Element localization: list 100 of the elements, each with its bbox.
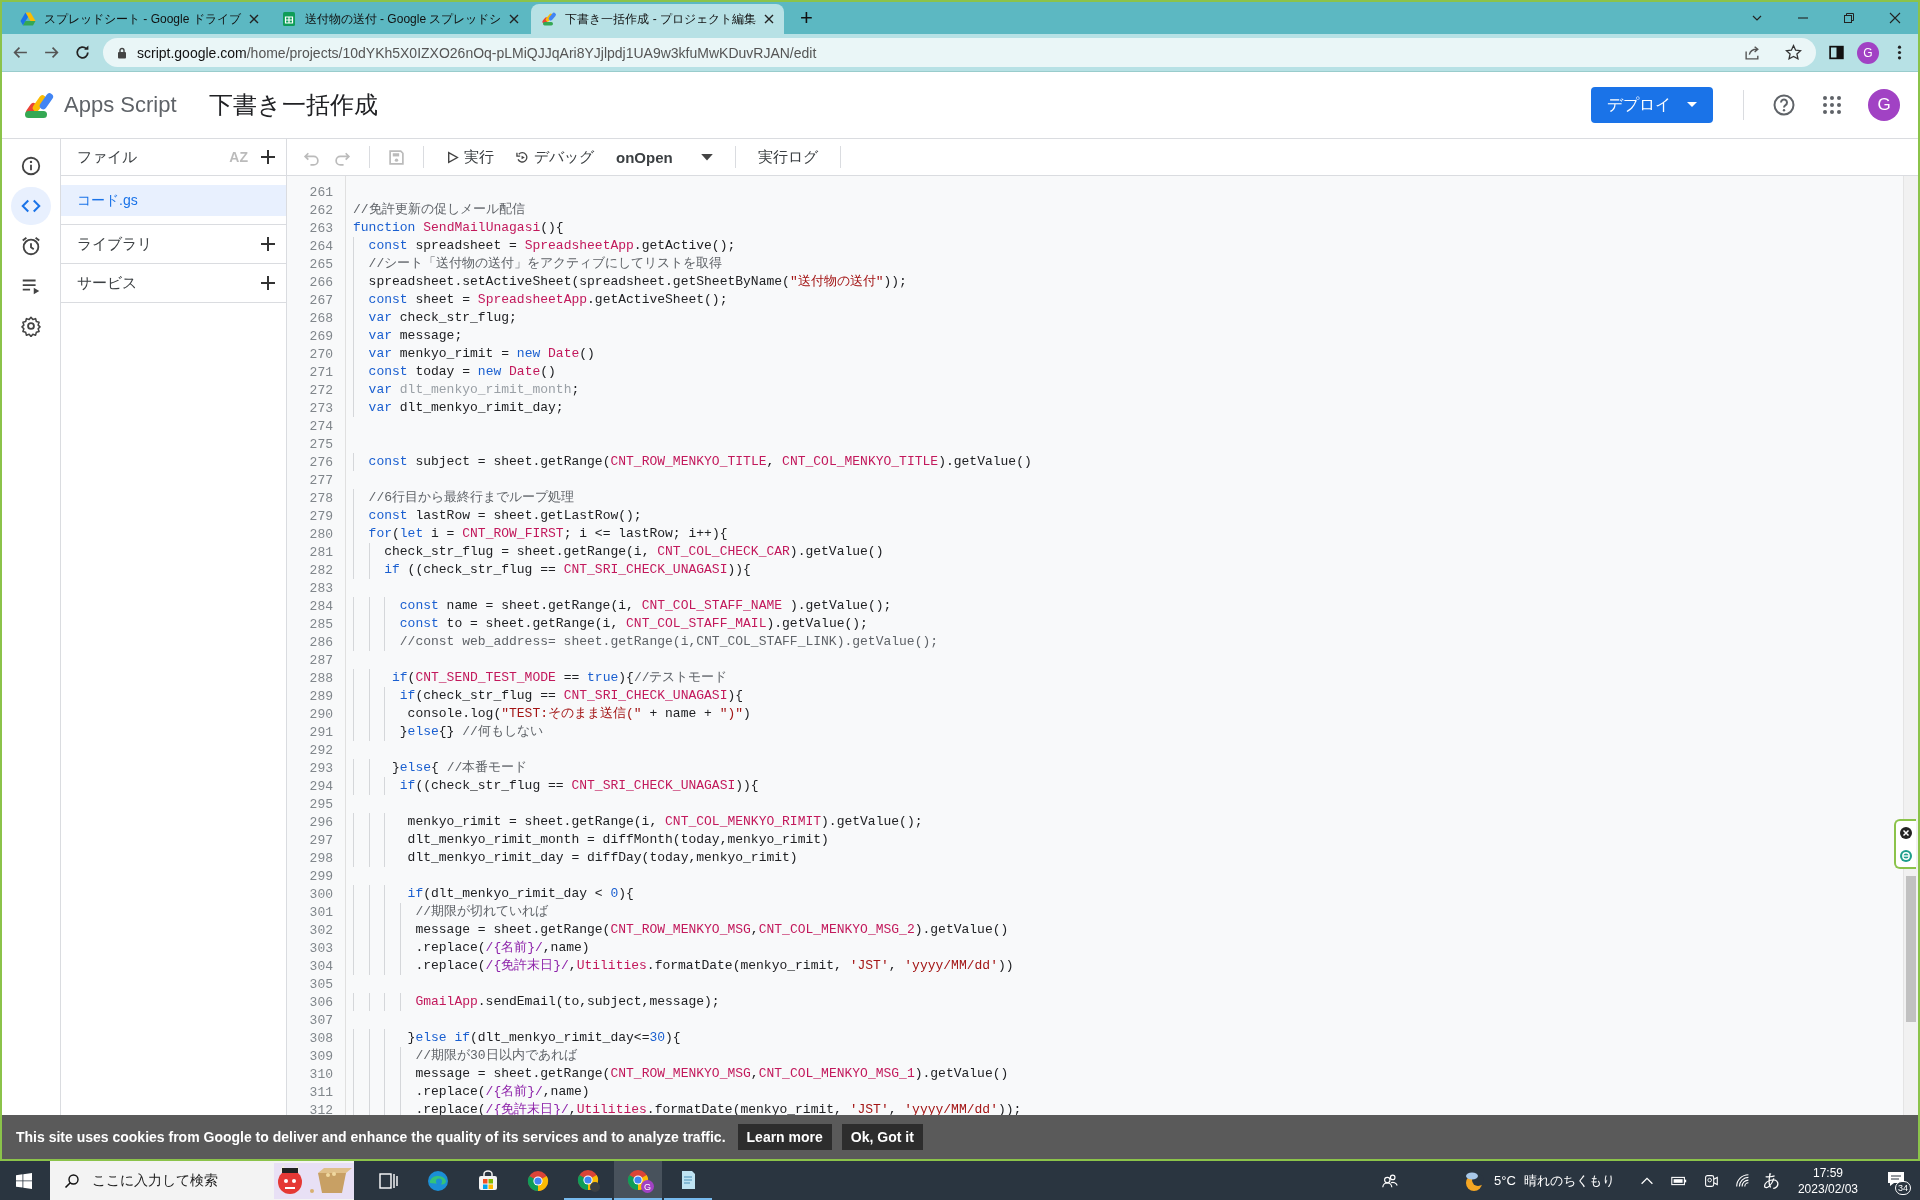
caret-icon xyxy=(700,153,713,161)
browser-tab[interactable]: 送付物の送付 - Google スプレッドシ xyxy=(270,4,530,34)
line-number: 296 xyxy=(308,814,333,830)
line-number: 295 xyxy=(308,796,333,812)
function-select[interactable]: onOpen xyxy=(610,144,719,170)
line-number: 265 xyxy=(308,256,333,272)
line-number: 272 xyxy=(308,382,333,398)
code-line: if(check_str_flug == CNT_SRI_CHECK_UNAGASI){ xyxy=(399,687,744,705)
profile-badge: G xyxy=(641,1180,654,1193)
code-line: .replace(/{免許末日}/,Utilities.formatDate(menkyo_rimit, 'JST', 'yyyy/MM/dd')); xyxy=(415,1101,1022,1115)
code-line: message = sheet.getRange(CNT_ROW_MENKYO_MSG,CNT_COL_MENKYO_MSG_2).getValue() xyxy=(415,921,1009,939)
section-heading[interactable]: サービス xyxy=(77,273,137,293)
code-line: message = sheet.getRange(CNT_ROW_MENKYO_MSG,CNT_COL_MENKYO_MSG_1).getValue() xyxy=(415,1065,1009,1083)
cookie-button[interactable]: Learn more xyxy=(737,1124,832,1150)
store-icon xyxy=(476,1168,500,1193)
code-line: }else{} //何もしない xyxy=(399,723,543,741)
code-line: const today = new Date() xyxy=(368,363,556,381)
scrollbar[interactable] xyxy=(1906,876,1916,1022)
clock-date[interactable]: 2023/02/03 xyxy=(1797,1180,1858,1197)
line-number: 292 xyxy=(308,742,333,758)
line-number: 312 xyxy=(308,1102,333,1115)
new-tab-button[interactable]: + xyxy=(796,5,817,31)
settings-icon xyxy=(20,315,42,337)
code-line: .replace(/{免許末日}/,Utilities.formatDate(menkyo_rimit, 'JST', 'yyyy/MM/dd')) xyxy=(415,957,1014,975)
close-icon[interactable] xyxy=(509,14,520,24)
chrome-g-taskbar-button[interactable]: G xyxy=(614,1161,662,1200)
notification-count: 34 xyxy=(1895,1181,1911,1195)
line-number: 267 xyxy=(308,292,333,308)
add-icon[interactable] xyxy=(260,149,276,165)
code-line: if((check_str_flug == CNT_SRI_CHECK_UNAGASI)){ xyxy=(399,777,759,795)
help-icon[interactable] xyxy=(1772,93,1796,117)
code-line: if ((check_str_flug == CNT_SRI_CHECK_UNAGASI)){ xyxy=(384,561,751,579)
cookie-button[interactable]: Ok, Got it xyxy=(841,1124,923,1150)
code-line: var check_str_flug; xyxy=(368,309,517,327)
lock-icon xyxy=(117,46,127,59)
chrome-icon xyxy=(576,1167,600,1192)
line-number: 308 xyxy=(308,1030,333,1046)
line-number: 311 xyxy=(308,1084,333,1100)
code-line: const name = sheet.getRange(i, CNT_COL_STAFF_NAME ).getValue(); xyxy=(399,597,892,615)
section-heading[interactable]: ライブラリ xyxy=(77,234,152,254)
line-number: 280 xyxy=(308,526,333,542)
search-field[interactable]: ここに入力して検索 xyxy=(50,1161,354,1200)
line-number: 303 xyxy=(308,940,333,956)
windows-start-icon[interactable] xyxy=(16,1172,32,1189)
browser-tab[interactable]: 下書き一括作成 - プロジェクト編集 xyxy=(531,4,785,34)
line-number: 302 xyxy=(308,922,333,938)
line-number: 279 xyxy=(308,508,333,524)
url-text: script.google.com/home/projects/10dYKh5X0IZXO26nOq-pLMiQJJqAri8YJjlpdj1UA9w3kfuMwKDuvRJAN/edit xyxy=(137,44,817,61)
code-line: var message; xyxy=(368,327,463,345)
close-icon[interactable] xyxy=(1889,12,1901,24)
execution-log-button[interactable]: 実行ログ xyxy=(751,143,824,171)
line-number: 275 xyxy=(308,436,333,452)
code-line: if(CNT_SEND_TEST_MODE == true){//テストモード xyxy=(391,669,728,687)
code-line: dlt_menkyo_rimit_day = diffDay(today,menkyo_rimit) xyxy=(406,849,798,867)
deploy-button[interactable]: デプロイ xyxy=(1591,87,1713,123)
code-line: //シート「送付物の送付」をアクティブにしてリストを取得 xyxy=(368,255,723,273)
star-icon[interactable] xyxy=(1785,44,1802,61)
code-line: .replace(/{名前}/,name) xyxy=(415,939,590,957)
code-line: }else{ //本番モード xyxy=(391,759,528,777)
add-icon[interactable] xyxy=(260,236,276,252)
close-icon[interactable] xyxy=(1899,825,1913,840)
line-number: 268 xyxy=(308,310,333,326)
apps-script-icon xyxy=(541,11,558,27)
search-icon xyxy=(64,1172,80,1189)
play-icon xyxy=(446,150,459,164)
profile-avatar[interactable]: G xyxy=(1857,41,1879,64)
input-method-indicator[interactable]: あ xyxy=(1762,1169,1780,1192)
apps-grid-icon[interactable] xyxy=(1820,93,1844,117)
restore-icon[interactable] xyxy=(1843,12,1855,24)
debug-icon xyxy=(516,150,529,164)
add-icon[interactable] xyxy=(260,275,276,291)
debug-button[interactable]: デバッグ xyxy=(510,143,600,171)
close-icon[interactable] xyxy=(764,14,775,24)
project-title[interactable]: 下書き一括作成 xyxy=(208,89,378,121)
browser-icon xyxy=(426,1168,450,1193)
extension-icon[interactable] xyxy=(1899,848,1913,863)
line-number: 263 xyxy=(308,220,333,236)
line-number: 297 xyxy=(308,832,333,848)
browser-tab[interactable]: スプレッドシート - Google ドライブ xyxy=(10,4,269,34)
code-line: var dlt_menkyo_rimit_month; xyxy=(368,381,580,399)
code-line: GmailApp.sendEmail(to,subject,message); xyxy=(415,993,720,1011)
code-line: spreadsheet.setActiveSheet(spreadsheet.getSheetByName("送付物の送付")); xyxy=(368,273,907,291)
code-line: const spreadsheet = SpreadsheetApp.getActive(); xyxy=(368,237,736,255)
address-field[interactable]: script.google.com/home/projects/10dYKh5X0IZXO26nOq-pLMiQJJqAri8YJjlpdj1UA9w3kfuMwKDuvRJAN/edit xyxy=(103,38,1816,67)
clock-time[interactable]: 17:59 xyxy=(1812,1164,1843,1181)
weather-temperature: 5°C xyxy=(1494,1173,1516,1188)
file-item[interactable]: コード.gs xyxy=(61,185,286,216)
share-icon[interactable] xyxy=(1744,44,1761,61)
run-button[interactable]: 実行 xyxy=(440,143,500,171)
code-line: //期限が30日以内であれば xyxy=(415,1047,577,1065)
line-number: 287 xyxy=(308,652,333,668)
account-avatar[interactable]: G xyxy=(1868,89,1900,121)
line-number: 270 xyxy=(308,346,333,362)
line-number: 310 xyxy=(308,1066,333,1082)
code-line: const subject = sheet.getRange(CNT_ROW_MENKYO_TITLE, CNT_COL_MENKYO_TITLE).getValue() xyxy=(368,453,1032,471)
code-nav-item[interactable] xyxy=(11,187,51,225)
code-line: const to = sheet.getRange(i, CNT_COL_STAFF_MAIL).getValue(); xyxy=(399,615,868,633)
close-icon[interactable] xyxy=(248,14,259,24)
code-line: menkyo_rimit = sheet.getRange(i, CNT_COL_MENKYO_RIMIT).getValue(); xyxy=(406,813,923,831)
line-number: 282 xyxy=(308,562,333,578)
